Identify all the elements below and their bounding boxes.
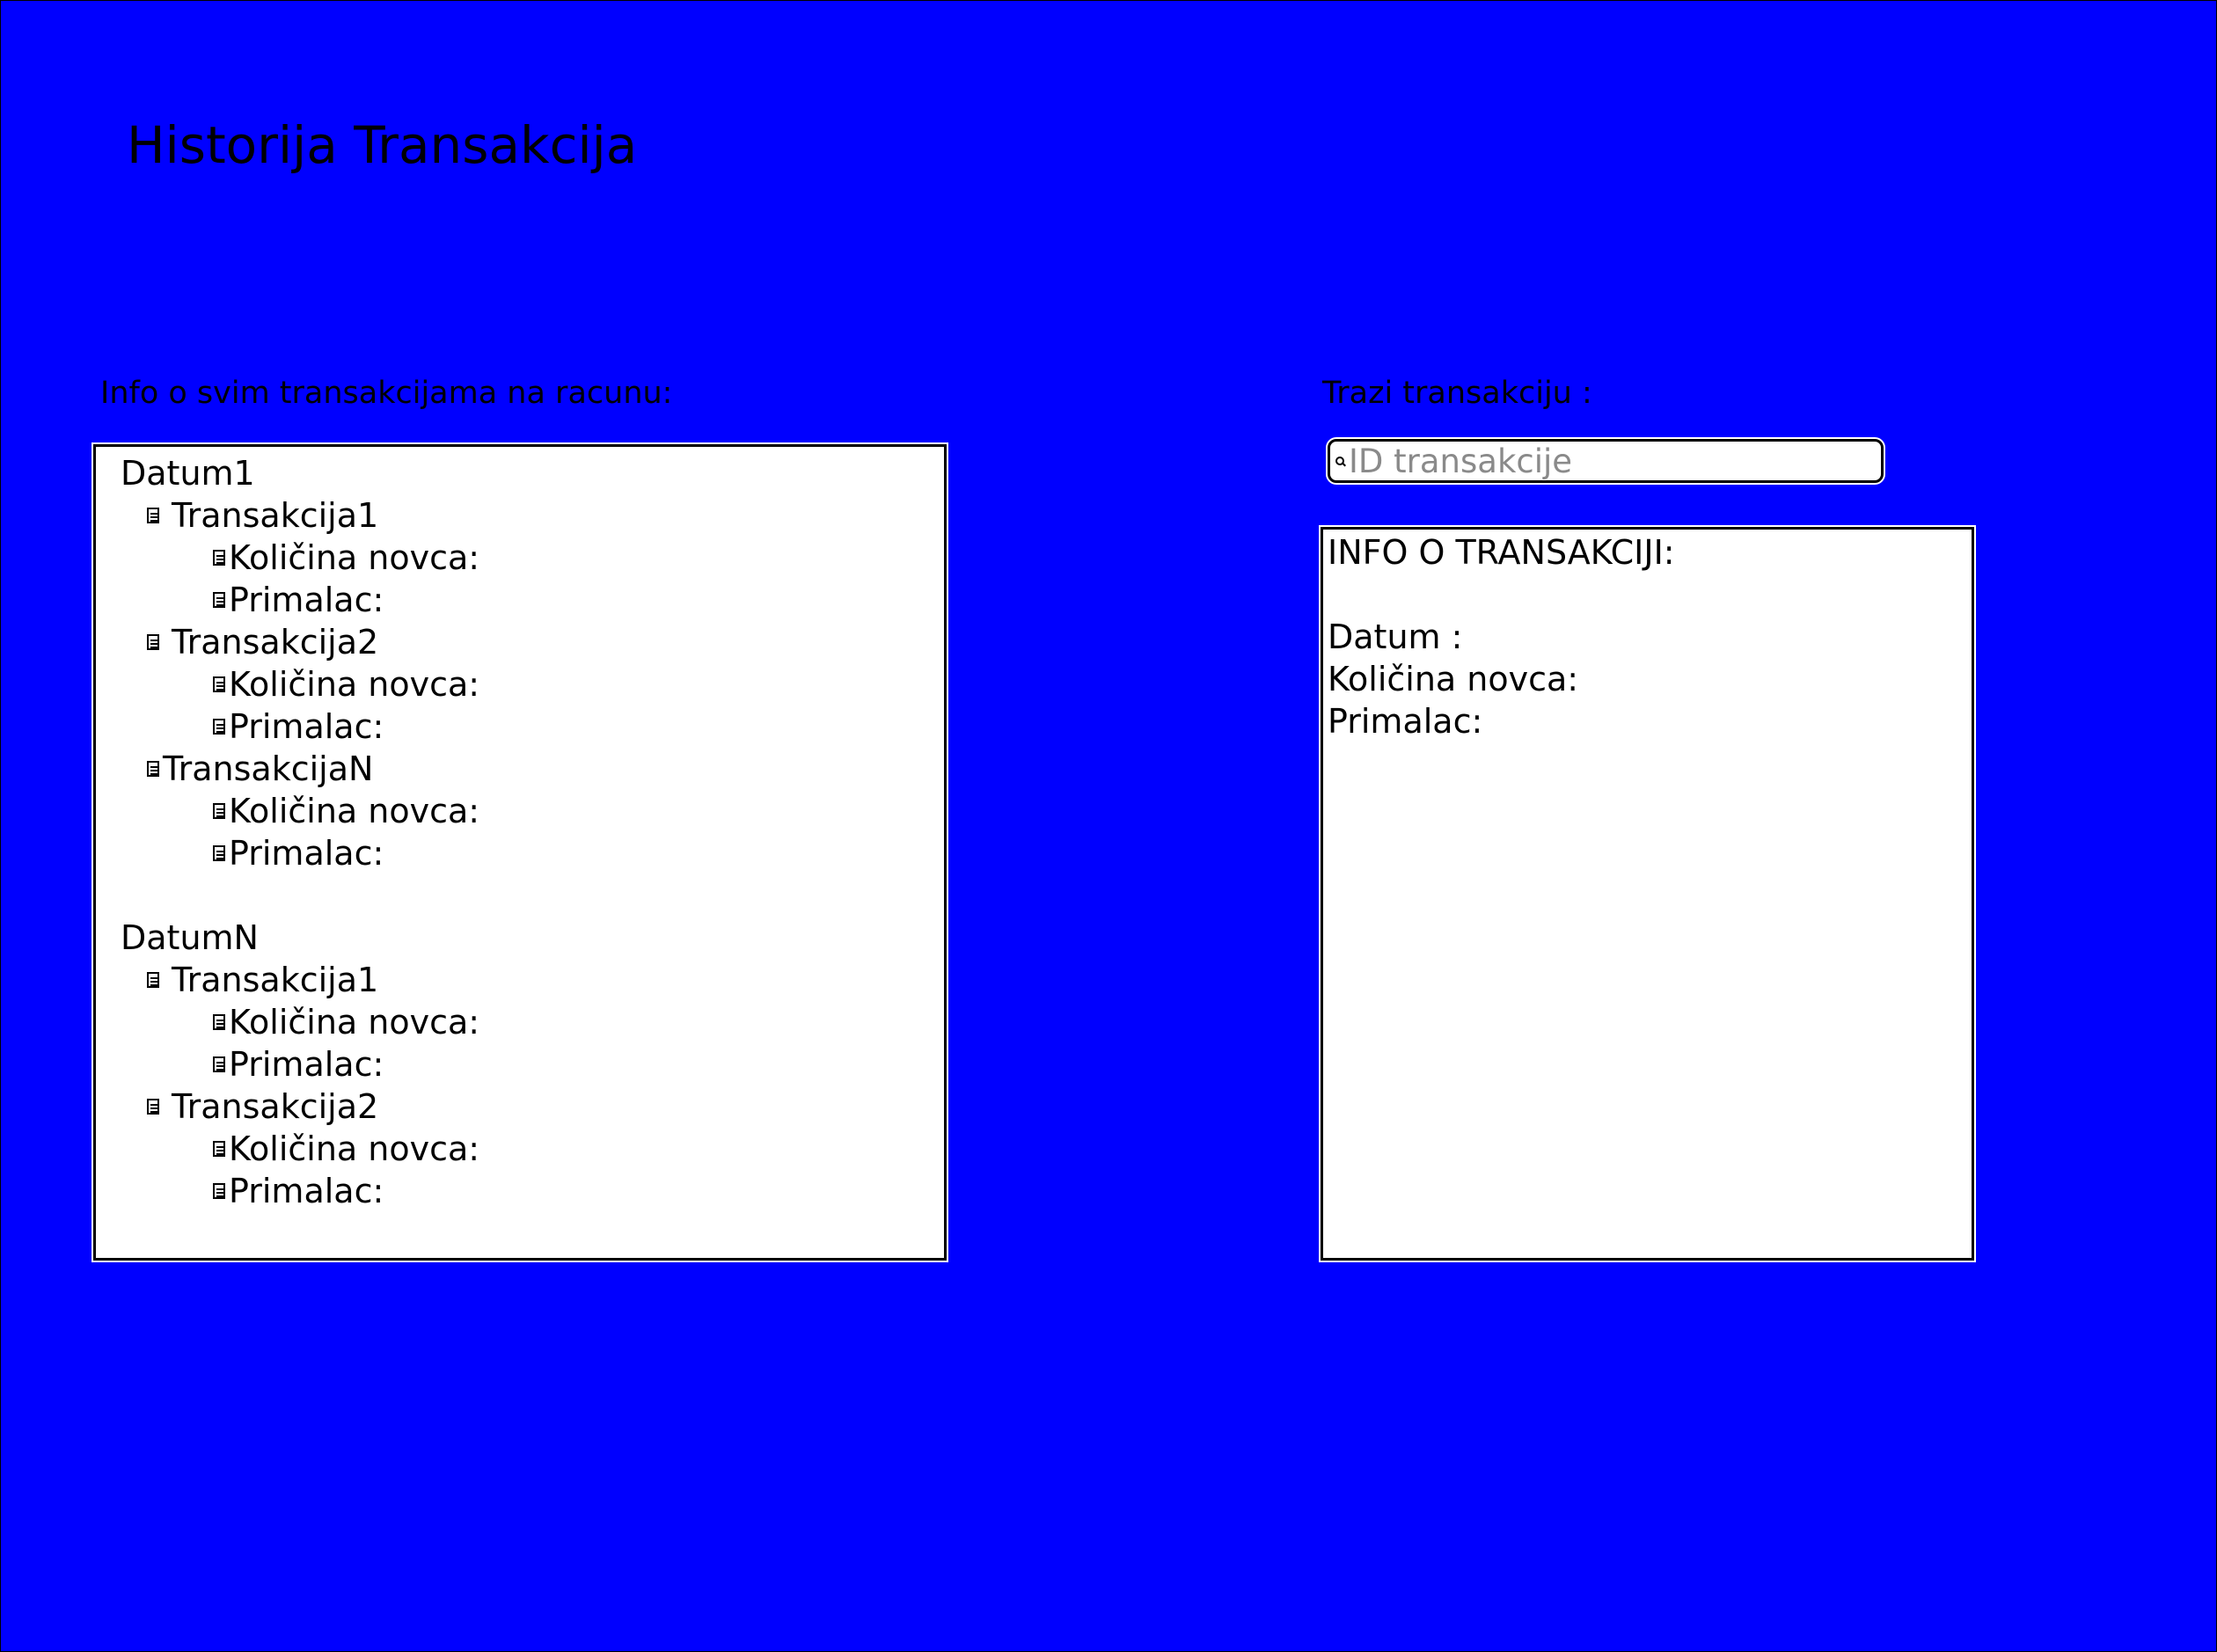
tree-amount-label: Količina novca: [229,665,480,704]
search-label: Trazi transakciju : [1322,376,1592,411]
document-icon [213,1141,225,1157]
tree-transaction-label: Transakcija2 [172,623,379,662]
search-input[interactable] [1349,442,1859,480]
tree-recipient-label: Primalac: [229,834,384,873]
tree-recipient-node[interactable]: Primalac: [96,832,944,874]
document-icon [213,803,225,819]
app-canvas: Historija Transakcija Info o svim transa… [0,0,2217,1652]
document-icon [147,1099,159,1115]
document-icon [147,972,159,988]
tree-date-node[interactable]: DatumN [96,917,944,959]
info-recipient-label: Primalac: [1328,702,1483,741]
tree-amount-node[interactable]: Količina novca: [96,537,944,579]
document-icon [213,1014,225,1030]
document-icon [213,719,225,735]
tree-amount-node[interactable]: Količina novca: [96,1128,944,1170]
tree-recipient-label: Primalac: [229,707,384,746]
info-amount-label: Količina novca: [1328,660,1579,698]
tree-transaction-node[interactable]: TransakcijaN [96,748,944,790]
tree-amount-label: Količina novca: [229,538,480,577]
tree-amount-node[interactable]: Količina novca: [96,790,944,832]
tree-date-label: DatumN [121,918,259,957]
tree-amount-node[interactable]: Količina novca: [96,663,944,705]
tree-recipient-label: Primalac: [229,581,384,619]
document-icon [213,676,225,692]
tree-recipient-node[interactable]: Primalac: [96,705,944,748]
tree-date-label: Datum1 [121,454,255,493]
document-icon [147,508,159,523]
tree-recipient-label: Primalac: [229,1045,384,1084]
search-icon [1335,456,1345,466]
tree-recipient-node[interactable]: Primalac: [96,1043,944,1085]
document-icon [147,761,159,777]
tree-recipient-node[interactable]: Primalac: [96,579,944,621]
document-icon [213,1183,225,1199]
document-icon [213,845,225,861]
tree-transaction-label: Transakcija2 [172,1087,379,1126]
tree-transaction-node[interactable]: Transakcija1 [96,494,944,537]
search-box[interactable] [1328,439,1884,483]
info-header: INFO O TRANSAKCIJI: [1328,533,1675,572]
info-date-label: Datum : [1328,618,1463,656]
transaction-info-panel: INFO O TRANSAKCIJI: Datum : Količina nov… [1321,527,1974,1261]
info-blank-line [1328,574,1972,616]
page-title: Historija Transakcija [127,115,638,175]
transactions-list-label: Info o svim transakcijama na racunu: [100,376,673,411]
tree-recipient-node[interactable]: Primalac: [96,1170,944,1212]
tree-transaction-label: TransakcijaN [163,749,374,788]
tree-date-node[interactable]: Datum1 [96,452,944,494]
tree-transaction-label: Transakcija1 [172,961,379,999]
document-icon [147,634,159,650]
tree-transaction-node[interactable]: Transakcija1 [96,959,944,1001]
document-icon [213,550,225,566]
tree-amount-node[interactable]: Količina novca: [96,1001,944,1043]
tree-amount-label: Količina novca: [229,1003,480,1042]
tree-amount-label: Količina novca: [229,792,480,830]
tree-transaction-node[interactable]: Transakcija2 [96,1085,944,1128]
transactions-tree: Datum1 Transakcija1 Količina novca: Prim… [93,444,947,1261]
tree-amount-label: Količina novca: [229,1129,480,1168]
tree-transaction-node[interactable]: Transakcija2 [96,621,944,663]
document-icon [213,1056,225,1072]
tree-transaction-label: Transakcija1 [172,496,379,535]
document-icon [213,592,225,608]
tree-recipient-label: Primalac: [229,1172,384,1210]
